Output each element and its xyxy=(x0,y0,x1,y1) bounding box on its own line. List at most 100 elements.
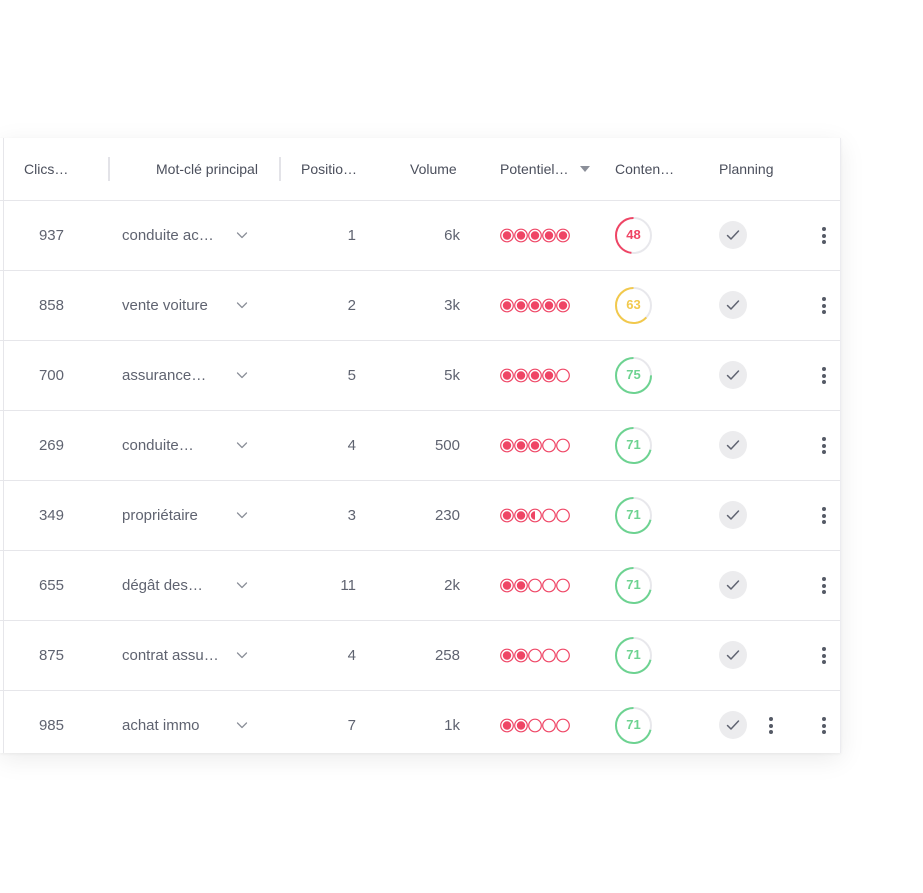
clics-value: 858 xyxy=(38,297,64,314)
keyword-value[interactable]: conduite… xyxy=(122,411,194,480)
potential-rating xyxy=(500,648,570,663)
table-row[interactable]: 700 assurance… 5 5k 75 xyxy=(0,341,840,411)
potential-rating xyxy=(500,438,570,453)
keyword-value[interactable]: dégât des… xyxy=(122,551,203,620)
content-score[interactable]: 48 xyxy=(614,216,653,255)
score-value: 71 xyxy=(626,437,641,452)
potential-rating xyxy=(500,298,570,313)
row-more-icon[interactable] xyxy=(821,506,827,525)
volume-value: 500 xyxy=(434,437,460,454)
column-header-planning[interactable]: Planning xyxy=(719,138,774,200)
keyword-value[interactable]: assurance… xyxy=(122,341,206,410)
content-score[interactable]: 63 xyxy=(614,286,653,325)
chevron-down-icon[interactable] xyxy=(236,719,248,731)
column-header-potentiel[interactable]: Potentiel… xyxy=(500,138,568,200)
volume-value: 6k xyxy=(444,227,460,244)
row-more-icon[interactable] xyxy=(821,576,827,595)
position-value: 4 xyxy=(347,647,356,664)
check-icon xyxy=(726,580,740,590)
check-icon xyxy=(726,440,740,450)
row-more-icon[interactable] xyxy=(821,296,827,315)
potential-rating xyxy=(500,228,570,243)
column-header-clics[interactable]: Clics… xyxy=(24,138,68,200)
chevron-down-icon[interactable] xyxy=(236,229,248,241)
keyword-value[interactable]: achat immo xyxy=(122,691,200,760)
table-row[interactable]: 269 conduite… 4 500 71 xyxy=(0,411,840,481)
table-row[interactable]: 858 vente voiture 2 3k 63 xyxy=(0,271,840,341)
score-value: 71 xyxy=(626,717,641,732)
table-row[interactable]: 937 conduite ac… 1 6k 48 xyxy=(0,201,840,271)
content-score[interactable]: 71 xyxy=(614,566,653,605)
content-score[interactable]: 71 xyxy=(614,636,653,675)
planning-check-button[interactable] xyxy=(719,711,747,739)
column-header-volume[interactable]: Volume xyxy=(410,138,457,200)
score-value: 75 xyxy=(626,367,641,382)
row-more-icon[interactable] xyxy=(821,436,827,455)
chevron-down-icon[interactable] xyxy=(236,439,248,451)
planning-more-icon[interactable] xyxy=(768,716,774,735)
keyword-table: Clics… Mot-clé principal Positio… Volume… xyxy=(0,138,841,753)
volume-value: 230 xyxy=(434,507,460,524)
potential-rating xyxy=(500,578,570,593)
check-icon xyxy=(726,300,740,310)
keyword-value[interactable]: conduite ac… xyxy=(122,201,214,270)
position-value: 3 xyxy=(347,507,356,524)
table-row[interactable]: 985 achat immo 7 1k 71 xyxy=(0,691,840,760)
column-header-content[interactable]: Conten… xyxy=(615,138,674,200)
position-value: 11 xyxy=(340,577,356,594)
volume-value: 258 xyxy=(434,647,460,664)
content-score[interactable]: 71 xyxy=(614,496,653,535)
sort-descending-icon[interactable] xyxy=(580,166,590,172)
row-more-icon[interactable] xyxy=(821,716,827,735)
chevron-down-icon[interactable] xyxy=(236,579,248,591)
volume-value: 5k xyxy=(444,367,460,384)
planning-check-button[interactable] xyxy=(719,221,747,249)
column-resize-handle[interactable] xyxy=(279,157,281,181)
chevron-down-icon[interactable] xyxy=(236,299,248,311)
chevron-down-icon[interactable] xyxy=(236,649,248,661)
volume-value: 3k xyxy=(444,297,460,314)
volume-value: 2k xyxy=(444,577,460,594)
row-more-icon[interactable] xyxy=(821,646,827,665)
content-score[interactable]: 71 xyxy=(614,706,653,745)
check-icon xyxy=(726,370,740,380)
clics-value: 349 xyxy=(38,507,64,524)
score-value: 48 xyxy=(626,227,641,242)
clics-value: 937 xyxy=(38,227,64,244)
column-resize-handle[interactable] xyxy=(108,157,110,181)
keyword-value[interactable]: vente voiture xyxy=(122,271,208,340)
clics-value: 269 xyxy=(38,437,64,454)
clics-value: 985 xyxy=(38,717,64,734)
planning-check-button[interactable] xyxy=(719,641,747,669)
planning-check-button[interactable] xyxy=(719,501,747,529)
table-row[interactable]: 349 propriétaire 3 230 71 xyxy=(0,481,840,551)
potential-rating xyxy=(500,368,570,383)
planning-check-button[interactable] xyxy=(719,291,747,319)
content-score[interactable]: 75 xyxy=(614,356,653,395)
planning-check-button[interactable] xyxy=(719,431,747,459)
row-more-icon[interactable] xyxy=(821,226,827,245)
potential-rating xyxy=(500,508,570,523)
content-score[interactable]: 71 xyxy=(614,426,653,465)
keyword-value[interactable]: contrat assu… xyxy=(122,621,219,690)
table-body: 937 conduite ac… 1 6k 48 858 vente voiture 2 3k 6… xyxy=(0,201,840,760)
score-value: 63 xyxy=(626,297,641,312)
planning-check-button[interactable] xyxy=(719,361,747,389)
chevron-down-icon[interactable] xyxy=(236,509,248,521)
clics-value: 700 xyxy=(38,367,64,384)
row-more-icon[interactable] xyxy=(821,366,827,385)
chevron-down-icon[interactable] xyxy=(236,369,248,381)
clics-value: 655 xyxy=(38,577,64,594)
keyword-value[interactable]: propriétaire xyxy=(122,481,198,550)
column-header-position[interactable]: Positio… xyxy=(301,138,357,200)
table-row[interactable]: 655 dégât des… 11 2k 71 xyxy=(0,551,840,621)
column-header-keyword[interactable]: Mot-clé principal xyxy=(156,138,258,200)
table-row[interactable]: 875 contrat assu… 4 258 71 xyxy=(0,621,840,691)
planning-check-button[interactable] xyxy=(719,571,747,599)
potential-rating xyxy=(500,718,570,733)
check-icon xyxy=(726,650,740,660)
check-icon xyxy=(726,230,740,240)
position-value: 5 xyxy=(347,367,356,384)
clics-value: 875 xyxy=(38,647,64,664)
score-value: 71 xyxy=(626,507,641,522)
